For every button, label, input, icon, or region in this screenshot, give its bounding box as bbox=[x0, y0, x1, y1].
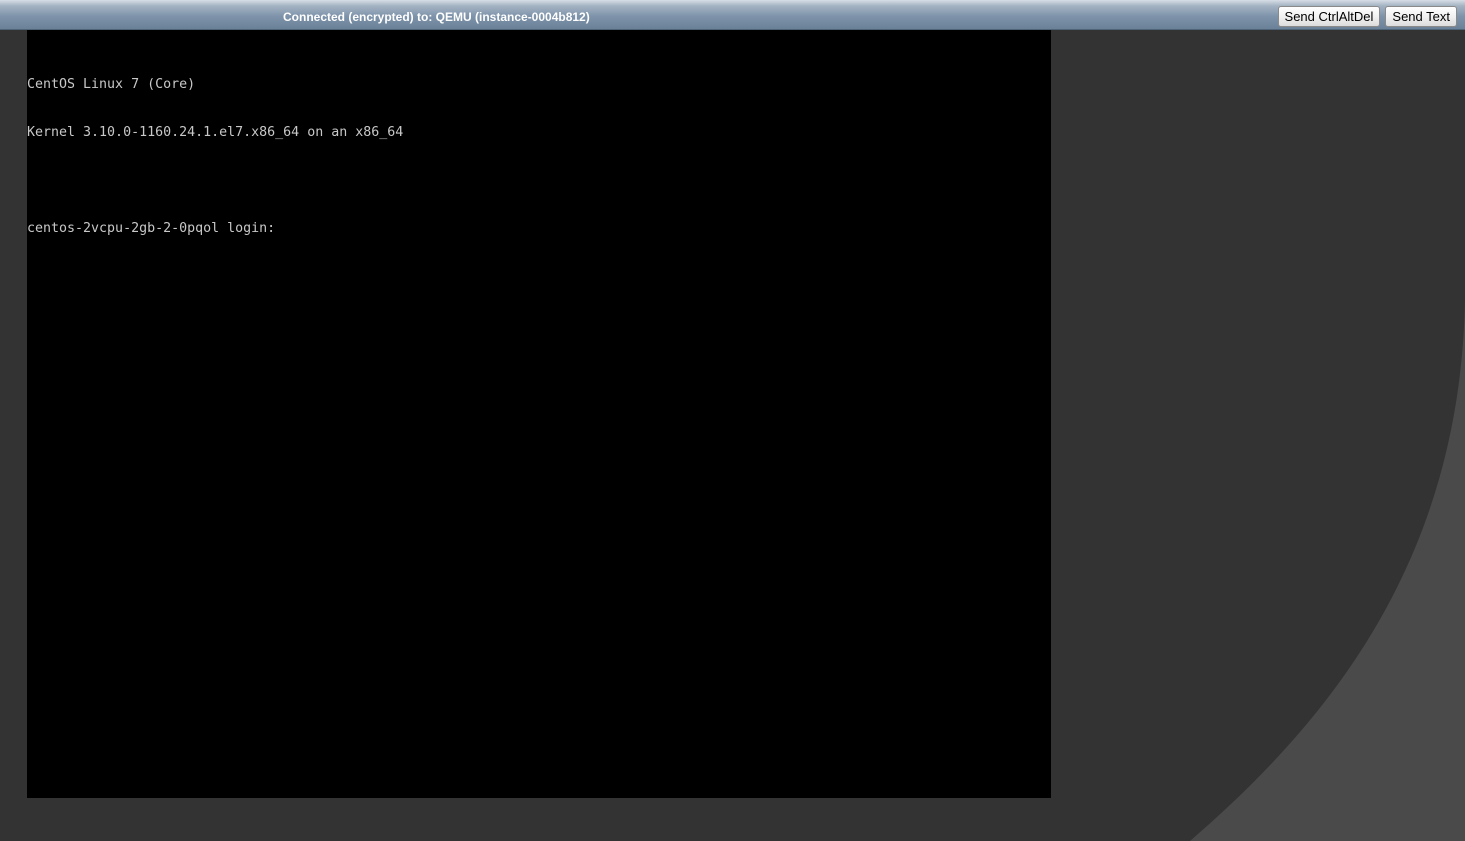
console-line-os: CentOS Linux 7 (Core) bbox=[27, 77, 196, 92]
connection-status: Connected (encrypted) to: QEMU (instance… bbox=[283, 10, 590, 24]
vnc-page: Connected (encrypted) to: QEMU (instance… bbox=[0, 0, 1465, 841]
vnc-screen[interactable]: CentOS Linux 7 (Core) Kernel 3.10.0-1160… bbox=[27, 30, 1051, 798]
console-output: CentOS Linux 7 (Core) Kernel 3.10.0-1160… bbox=[27, 45, 403, 269]
console-line-login-prompt: centos-2vcpu-2gb-2-0pqol login: bbox=[27, 221, 284, 236]
send-text-button[interactable]: Send Text bbox=[1385, 6, 1457, 27]
status-bar: Connected (encrypted) to: QEMU (instance… bbox=[0, 0, 1465, 30]
status-buttons: Send CtrlAltDel Send Text bbox=[1277, 6, 1457, 27]
send-ctrlaltdel-button[interactable]: Send CtrlAltDel bbox=[1277, 6, 1381, 27]
console-line-kernel: Kernel 3.10.0-1160.24.1.el7.x86_64 on an… bbox=[27, 125, 404, 140]
console-line-blank bbox=[27, 173, 403, 189]
